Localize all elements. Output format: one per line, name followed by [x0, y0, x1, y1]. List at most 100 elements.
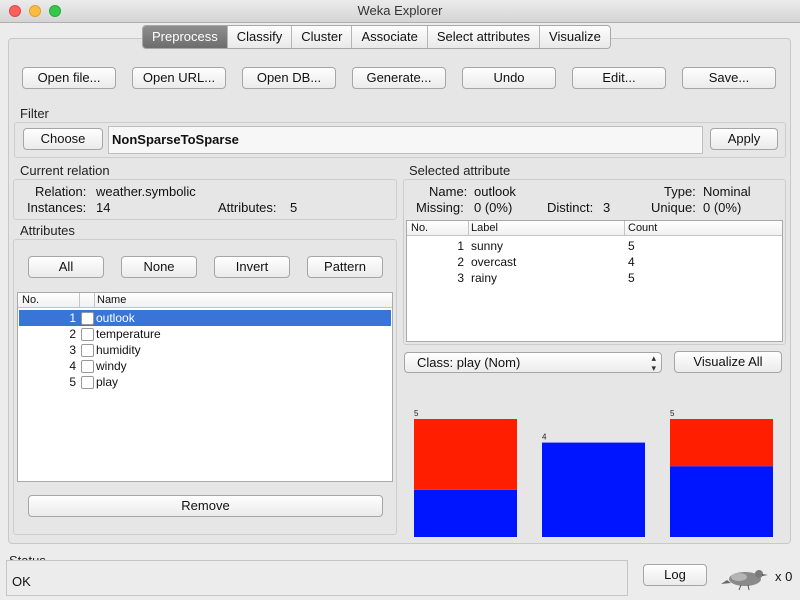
open-url-button[interactable]: Open URL...: [132, 67, 226, 89]
remove-button[interactable]: Remove: [28, 495, 383, 517]
visualize-all-button[interactable]: Visualize All: [674, 351, 782, 373]
attributes-table[interactable]: No. Name 1 outlook 2 temperature 3 humid…: [17, 292, 393, 482]
label-row[interactable]: 2 overcast 4: [407, 254, 782, 270]
tab-bar: Preprocess Classify Cluster Associate Se…: [142, 25, 611, 49]
open-file-button[interactable]: Open file...: [22, 67, 116, 89]
label-count: 4: [628, 255, 635, 269]
bar-total-label: 5: [414, 409, 419, 418]
label-no: 2: [457, 255, 464, 269]
attribute-no: 2: [69, 327, 76, 341]
relation-value: weather.symbolic: [96, 184, 196, 199]
sa-distinct-value: 3: [603, 200, 611, 215]
filter-label: Filter: [20, 106, 49, 121]
tab-associate[interactable]: Associate: [351, 26, 426, 48]
task-count: x 0: [775, 569, 793, 584]
attribute-name: play: [96, 375, 119, 389]
sa-type-label: Type:: [664, 184, 696, 199]
class-select[interactable]: Class: play (Nom) ▴ ▾: [404, 352, 662, 373]
labels-table[interactable]: No. Label Count 1 sunny 5 2 overcast 4 3…: [406, 220, 783, 342]
selected-attribute-label: Selected attribute: [409, 163, 511, 178]
sa-unique-value: 0 (0%): [703, 200, 742, 215]
header-divider: [624, 221, 625, 235]
filter-field[interactable]: NonSparseToSparse: [108, 126, 703, 154]
attribute-checkbox[interactable]: [81, 344, 94, 357]
log-button[interactable]: Log: [643, 564, 707, 586]
sa-type-value: Nominal: [703, 184, 751, 199]
pattern-button[interactable]: Pattern: [307, 256, 383, 278]
label-name: sunny: [471, 239, 504, 253]
invert-button[interactable]: Invert: [214, 256, 290, 278]
label-no: 1: [457, 239, 464, 253]
label-count: 5: [628, 239, 635, 253]
attribute-row[interactable]: 1 outlook: [19, 310, 391, 326]
label-row[interactable]: 1 sunny 5: [407, 238, 782, 254]
attribute-checkbox[interactable]: [81, 312, 94, 325]
open-db-button[interactable]: Open DB...: [242, 67, 336, 89]
undo-button[interactable]: Undo: [462, 67, 556, 89]
tab-preprocess[interactable]: Preprocess: [143, 26, 227, 48]
sa-distinct-label: Distinct:: [547, 200, 594, 215]
col-no-header[interactable]: No.: [411, 222, 428, 234]
attribute-row[interactable]: 5 play: [19, 374, 391, 390]
col-no-header[interactable]: No.: [22, 294, 39, 306]
tab-select-attributes[interactable]: Select attributes: [426, 26, 539, 48]
apply-button[interactable]: Apply: [710, 128, 778, 150]
attribute-no: 1: [69, 311, 76, 325]
class-select-value: Class: play (Nom): [417, 355, 521, 370]
col-count-header[interactable]: Count: [628, 222, 657, 234]
labels-table-header: No. Label Count: [407, 221, 782, 236]
instances-label: Instances:: [27, 200, 87, 215]
bar-sunny-segment-1: [414, 419, 517, 490]
attributes-count-label: Attributes:: [218, 200, 277, 215]
sa-name-value: outlook: [474, 184, 516, 199]
tab-classify[interactable]: Classify: [226, 26, 292, 48]
col-label-header[interactable]: Label: [471, 222, 498, 234]
attributes-label: Attributes: [20, 223, 75, 238]
bar-overcast-segment-0: [542, 442, 645, 537]
attribute-no: 5: [69, 375, 76, 389]
chevron-updown-icon: ▴ ▾: [651, 353, 656, 373]
attribute-name: humidity: [96, 343, 141, 357]
attribute-row[interactable]: 3 humidity: [19, 342, 391, 358]
tab-cluster[interactable]: Cluster: [291, 26, 351, 48]
attribute-name: temperature: [96, 327, 161, 341]
header-divider: [94, 293, 95, 307]
attribute-row[interactable]: 4 windy: [19, 358, 391, 374]
label-row[interactable]: 3 rainy 5: [407, 270, 782, 286]
relation-label: Relation:: [35, 184, 87, 199]
label-name: overcast: [471, 255, 517, 269]
all-button[interactable]: All: [28, 256, 104, 278]
attribute-checkbox[interactable]: [81, 376, 94, 389]
none-button[interactable]: None: [121, 256, 197, 278]
bar-total-label: 5: [670, 409, 675, 418]
attribute-name: windy: [96, 359, 127, 373]
window-title: Weka Explorer: [357, 3, 443, 18]
choose-button[interactable]: Choose: [23, 128, 103, 150]
bar-sunny-segment-0: [414, 489, 517, 537]
header-divider: [79, 293, 80, 307]
edit-button[interactable]: Edit...: [572, 67, 666, 89]
sa-unique-label: Unique:: [651, 200, 696, 215]
weka-bird-icon: [721, 570, 768, 590]
tab-visualize[interactable]: Visualize: [539, 26, 610, 48]
status-text: OK: [12, 574, 31, 589]
attribute-no: 4: [69, 359, 76, 373]
current-relation-label: Current relation: [20, 163, 110, 178]
header-divider: [468, 221, 469, 235]
col-name-header[interactable]: Name: [97, 294, 126, 306]
sa-missing-value: 0 (0%): [474, 200, 513, 215]
save-button[interactable]: Save...: [682, 67, 776, 89]
class-histogram[interactable]: 5 4 5: [404, 400, 784, 540]
label-name: rainy: [471, 271, 498, 285]
attribute-no: 3: [69, 343, 76, 357]
attribute-checkbox[interactable]: [81, 360, 94, 373]
sa-name-label: Name:: [429, 184, 468, 199]
sa-missing-label: Missing:: [416, 200, 464, 215]
generate-button[interactable]: Generate...: [352, 67, 446, 89]
attributes-table-header: No. Name: [18, 293, 392, 308]
attribute-checkbox[interactable]: [81, 328, 94, 341]
bar-total-label: 4: [542, 433, 547, 442]
label-count: 5: [628, 271, 635, 285]
attributes-count-value: 5: [290, 200, 298, 215]
attribute-row[interactable]: 2 temperature: [19, 326, 391, 342]
